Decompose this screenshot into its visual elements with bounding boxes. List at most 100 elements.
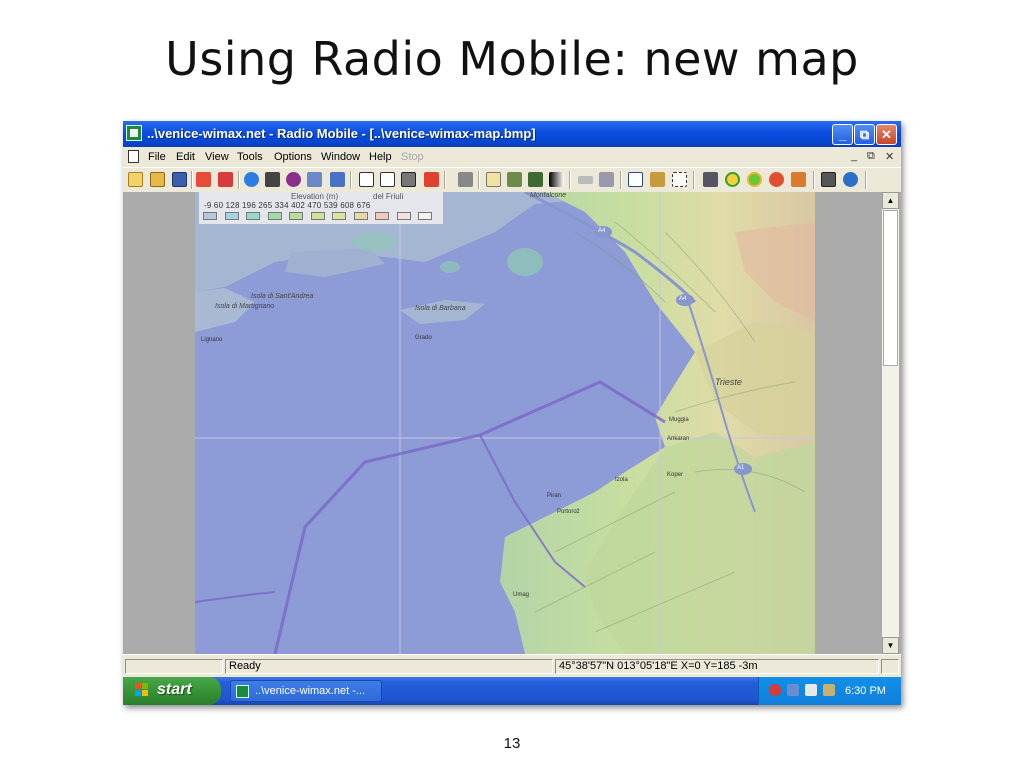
network-tray-icon[interactable] [787,684,799,696]
legend-swatch [289,212,303,220]
maximize-button[interactable]: ⧉ [854,124,875,145]
terrain-icon[interactable] [528,172,543,187]
zoom-frame-icon[interactable] [672,172,687,187]
forward-arrow-icon[interactable] [330,172,345,187]
status-cell-left [125,659,223,674]
legend-swatch [375,212,389,220]
map-label-isola-sant-andrea: Isola di Sant'Andrea [251,293,314,300]
legend-swatch [353,212,368,220]
ruler-icon[interactable] [578,176,593,184]
menu-stop: Stop [401,151,424,163]
menu-options[interactable]: Options [274,151,312,163]
map-properties-icon[interactable] [599,172,614,187]
road-badge-a4-north: A4 [598,228,606,234]
window-title: ..\venice-wimax.net - Radio Mobile - [..… [147,126,536,141]
map-label-trieste: Trieste [715,377,742,387]
legend-swatch [203,212,217,220]
map-label-lignano: Lignano [201,337,223,343]
scroll-up-arrow[interactable]: ▲ [882,192,899,209]
scroll-thumb[interactable] [883,210,898,366]
toolbar-separator [478,171,480,189]
elevation-grid-icon[interactable] [265,172,280,187]
slide-title: Using Radio Mobile: new map [165,32,859,86]
save-icon[interactable] [172,172,187,187]
radio-mobile-app-icon[interactable] [126,125,142,141]
map-label-grado: Grado [415,335,432,341]
menu-tools[interactable]: Tools [237,151,263,163]
merge-icon[interactable] [507,172,522,187]
vertical-scrollbar[interactable]: ▲ ▼ [882,192,899,654]
menu-edit[interactable]: Edit [176,151,195,163]
new-map-icon[interactable] [128,172,143,187]
print-icon[interactable] [458,172,473,187]
menu-file[interactable]: File [148,151,166,163]
toolbar-separator [620,171,622,189]
map-label-piran: Piran [547,493,562,499]
update-tray-icon[interactable] [823,684,835,696]
map-icon[interactable] [821,172,836,187]
legend-swatch [246,212,260,220]
toolbar-separator [865,171,867,189]
road-badge-a4-east: A4 [679,296,687,302]
start-label: start [157,681,192,698]
speaker-tray-icon[interactable] [805,684,817,696]
antenna-icon[interactable] [703,172,718,187]
copy-icon[interactable] [359,172,374,187]
world-icon[interactable] [244,172,259,187]
toolbar-separator [569,171,571,189]
menu-help[interactable]: Help [369,151,392,163]
toolbar-separator [813,171,815,189]
globe-icon[interactable] [843,172,858,187]
paste-icon[interactable] [380,172,395,187]
coverage-icon[interactable] [725,172,740,187]
toolbar-separator [238,171,240,189]
menu-view[interactable]: View [205,151,229,163]
toolbar [123,167,901,193]
menu-window[interactable]: Window [321,151,360,163]
elevation-map[interactable]: A4 A4 A1 Monfalcone Isola di Sant'Andrea… [195,192,815,654]
security-shield-icon[interactable] [769,684,781,696]
taskbar-clock: 6:30 PM [845,685,886,697]
mdi-restore-button[interactable]: ⧉ [867,150,875,163]
minimize-button[interactable]: _ [832,124,853,145]
toolbar-separator [693,171,695,189]
radio-mobile-task-icon [236,685,249,698]
save-image-icon[interactable] [401,172,416,187]
mdi-close-button[interactable]: ✕ [885,150,894,163]
toolbar-separator [350,171,352,189]
map-label-ankaran: Ankaran [667,436,690,442]
map-label-muggia: Muggia [669,417,689,423]
scroll-down-arrow[interactable]: ▼ [882,637,899,654]
legend-swatch [418,212,432,220]
legend-swatch [332,212,346,220]
gray-scale-icon[interactable] [549,172,564,187]
map-label-monfalcone: Monfalcone [530,192,567,199]
map-label-izola: Izola [615,477,628,483]
radio-mobile-screenshot: ..\venice-wimax.net - Radio Mobile - [..… [123,121,901,705]
unit-icon[interactable] [650,172,665,187]
legend-swatch [224,212,239,220]
document-icon[interactable] [128,150,139,163]
polar-icon[interactable] [769,172,784,187]
network-icon[interactable] [791,172,806,187]
back-arrow-icon[interactable] [307,172,322,187]
status-bar: Ready 45°38'57"N 013°05'18"E X=0 Y=185 -… [123,654,901,678]
window-title-bar[interactable]: ..\venice-wimax.net - Radio Mobile - [..… [123,121,901,147]
network-properties-icon[interactable] [196,172,211,187]
taskbar-button-label: ..\venice-wimax.net -... [255,685,366,697]
close-button[interactable]: ✕ [876,124,897,145]
taskbar-radio-mobile-button[interactable]: ..\venice-wimax.net -... [230,680,382,702]
radio-link-icon[interactable] [286,172,301,187]
table-icon[interactable] [628,172,643,187]
map-graphic [195,192,815,654]
menu-bar: File Edit View Tools Options Window Help… [123,147,901,167]
start-button[interactable]: start [123,677,221,705]
status-coordinates: 45°38'57"N 013°05'18"E X=0 Y=185 -3m [555,659,879,674]
status-ready: Ready [225,659,553,674]
mdi-minimize-button[interactable]: _ [851,150,857,162]
print-picture-icon[interactable] [424,172,439,187]
unit-properties-icon[interactable] [218,172,233,187]
open-icon[interactable] [150,172,165,187]
copy-image-icon[interactable] [486,172,501,187]
combined-coverage-icon[interactable] [747,172,762,187]
